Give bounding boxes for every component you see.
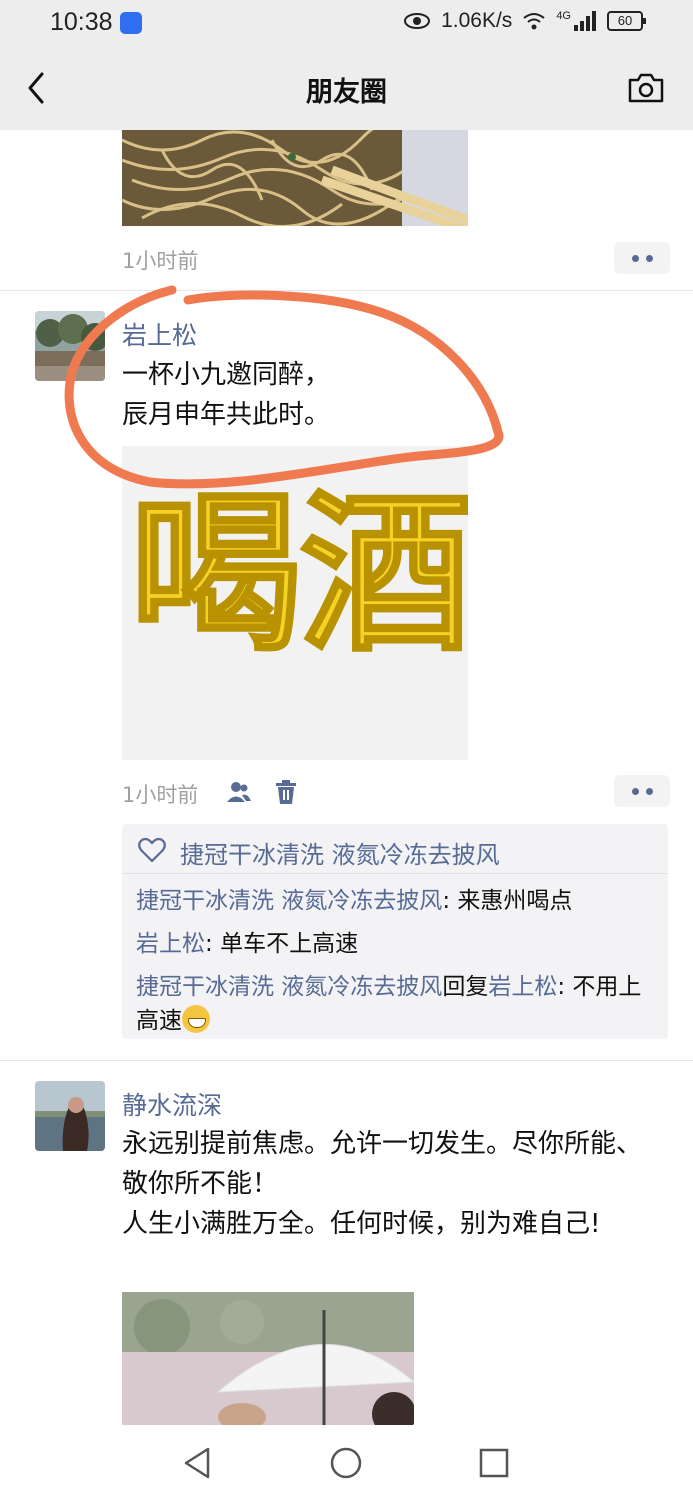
comment-sep: :: [557, 974, 573, 1000]
comment-user[interactable]: 捷冠干冰清洗 液氮冷冻去披风: [136, 974, 442, 1000]
comment[interactable]: 捷冠干冰清洗 液氮冷冻去披风回复岩上松: 不用上高速: [136, 970, 658, 1038]
nav-bar: 朋友圈: [0, 48, 693, 130]
comments-box: 捷冠干冰清洗 液氮冷冻去披风 捷冠干冰清洗 液氮冷冻去披风: 来惠州喝点 岩上松…: [122, 824, 668, 1039]
nav-back-triangle-icon[interactable]: [180, 1445, 216, 1481]
battery-icon: 60: [607, 11, 646, 31]
image-char: 酒: [299, 472, 469, 675]
comment-sep: :: [205, 931, 221, 957]
comment-user[interactable]: 捷冠干冰清洗 液氮冷冻去披风: [136, 888, 442, 914]
status-time: 10:38: [50, 8, 113, 36]
reply-to-user[interactable]: 岩上松: [488, 974, 557, 1000]
trash-icon[interactable]: [273, 779, 299, 805]
post-line: 辰月申年共此时。: [122, 400, 331, 430]
author-name[interactable]: 静水流深: [122, 1086, 222, 1122]
wifi-icon: [523, 13, 545, 30]
eye-icon: [404, 13, 431, 29]
author-name[interactable]: 岩上松: [122, 316, 197, 352]
post-text: 一杯小九邀同醉， 辰月申年共此时。: [122, 355, 662, 435]
noodle-photo[interactable]: [122, 130, 468, 226]
post-line: 永远别提前焦虑。允许一切发生。尽你所能、敬你所不能！: [122, 1129, 643, 1199]
more-button[interactable]: [614, 775, 670, 807]
reply-word: 回复: [442, 974, 489, 1000]
post-text: 永远别提前焦虑。允许一切发生。尽你所能、敬你所不能！ 人生小满胜万全。任何时候，…: [122, 1124, 662, 1244]
post-line: 人生小满胜万全。任何时候，别为难自己!: [122, 1209, 601, 1239]
notification-icon: [120, 12, 142, 34]
likes-row: 捷冠干冰清洗 液氮冷冻去披风: [122, 824, 668, 874]
recents-square-icon[interactable]: [476, 1445, 512, 1481]
post-line: 一杯小九邀同醉，: [122, 360, 331, 390]
network-type: 4G: [556, 10, 571, 22]
avatar[interactable]: [35, 311, 105, 381]
visibility-users-icon[interactable]: [226, 779, 252, 805]
camera-icon[interactable]: [627, 70, 665, 106]
likers[interactable]: 捷冠干冰清洗 液氮冷冻去披风: [180, 835, 500, 870]
divider: [0, 1060, 693, 1061]
status-bar: 10:38 1.06K/s 4G 60: [0, 0, 693, 48]
net-speed: 1.06K/s: [441, 9, 513, 32]
comment[interactable]: 岩上松: 单车不上高速: [136, 927, 658, 961]
comment-user[interactable]: 岩上松: [136, 931, 205, 957]
home-circle-icon[interactable]: [328, 1445, 364, 1481]
grin-emoji-icon: [182, 1005, 210, 1033]
avatar[interactable]: [35, 1081, 105, 1151]
system-nav-bar: [0, 1425, 693, 1500]
comment[interactable]: 捷冠干冰清洗 液氮冷冻去披风: 来惠州喝点: [136, 884, 658, 918]
page-title: 朋友圈: [306, 77, 387, 108]
divider: [0, 290, 693, 291]
status-right: 1.06K/s 4G 60: [403, 9, 646, 33]
comment-text: 来惠州喝点: [457, 888, 573, 914]
comment-sep: :: [442, 888, 458, 914]
more-button[interactable]: [614, 242, 670, 274]
umbrella-photo[interactable]: [122, 1292, 414, 1425]
post-time: 1小时前: [122, 783, 199, 807]
post-time: 1小时前: [122, 249, 199, 273]
image-char: 喝: [129, 472, 304, 675]
heart-icon[interactable]: [138, 837, 166, 863]
comment-text: 单车不上高速: [220, 931, 359, 957]
post-image[interactable]: 喝 酒: [122, 446, 468, 760]
signal-icon: [574, 11, 596, 31]
